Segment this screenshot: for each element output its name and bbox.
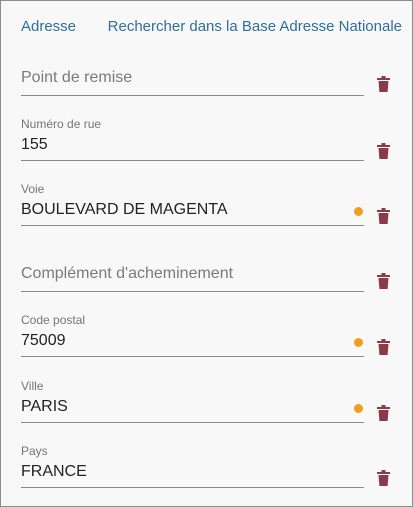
address-header: Adresse Rechercher dans la Base Adresse … (21, 18, 402, 38)
trash-icon (377, 339, 390, 355)
address-title-link[interactable]: Adresse (21, 18, 76, 35)
trash-icon (377, 208, 390, 224)
code-postal-value: 75009 (21, 332, 66, 349)
point-de-remise-placeholder: Point de remise (21, 69, 133, 86)
trash-icon (377, 143, 390, 159)
ville-label: Ville (21, 379, 44, 393)
complement-placeholder: Complément d'acheminement (21, 265, 234, 282)
trash-icon (377, 470, 390, 486)
ville-value: PARIS (21, 398, 68, 415)
voie-label: Voie (21, 182, 45, 196)
delete-voie-button[interactable] (377, 208, 390, 224)
delete-complement-button[interactable] (377, 273, 390, 289)
pays-field[interactable]: Pays FRANCE (21, 444, 364, 488)
trash-icon (377, 405, 390, 421)
warning-dot-icon (354, 404, 363, 413)
complement-field[interactable]: Complément d'acheminement (21, 259, 364, 292)
delete-numero-de-rue-button[interactable] (377, 143, 390, 159)
ban-search-link[interactable]: Rechercher dans la Base Adresse National… (108, 18, 402, 35)
warning-dot-icon (354, 207, 363, 216)
delete-pays-button[interactable] (377, 470, 390, 486)
point-de-remise-field[interactable]: Point de remise (21, 63, 364, 96)
voie-field[interactable]: Voie BOULEVARD DE MAGENTA (21, 182, 364, 226)
pays-value: FRANCE (21, 463, 87, 480)
numero-de-rue-label: Numéro de rue (21, 117, 102, 131)
trash-icon (377, 76, 390, 92)
delete-code-postal-button[interactable] (377, 339, 390, 355)
code-postal-field[interactable]: Code postal 75009 (21, 313, 364, 357)
pays-label: Pays (21, 444, 48, 458)
delete-ville-button[interactable] (377, 405, 390, 421)
ville-field[interactable]: Ville PARIS (21, 379, 364, 423)
delete-point-de-remise-button[interactable] (377, 76, 390, 92)
numero-de-rue-value: 155 (21, 136, 48, 153)
trash-icon (377, 273, 390, 289)
warning-dot-icon (354, 338, 363, 347)
code-postal-label: Code postal (21, 313, 86, 327)
address-panel: Adresse Rechercher dans la Base Adresse … (0, 0, 413, 507)
voie-value: BOULEVARD DE MAGENTA (21, 201, 228, 218)
numero-de-rue-field[interactable]: Numéro de rue 155 (21, 117, 364, 161)
